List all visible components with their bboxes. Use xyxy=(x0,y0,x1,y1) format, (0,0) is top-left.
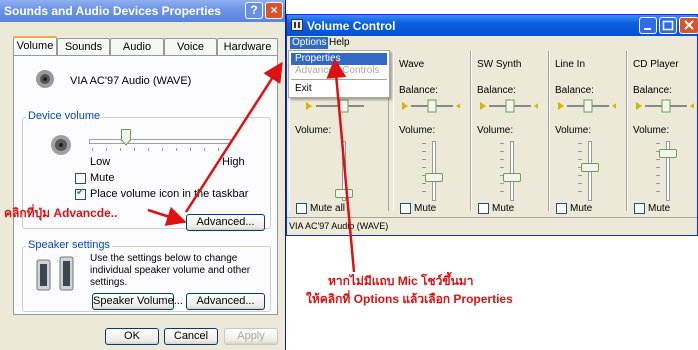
annotation-click-advanced: คลิกที่ปุ่ม Advancde.. xyxy=(4,206,118,220)
annotation-note-line2: ให้คลิกที่ Options แล้วเลือก Properties xyxy=(306,292,513,306)
arrow-to-advanced xyxy=(147,206,187,226)
arrow-to-options-menu xyxy=(184,61,283,213)
annotation-note-line1: หากไม่มีแถบ Mic โชว์ขึ้นมา xyxy=(328,274,474,288)
arrow-to-properties xyxy=(326,58,356,273)
